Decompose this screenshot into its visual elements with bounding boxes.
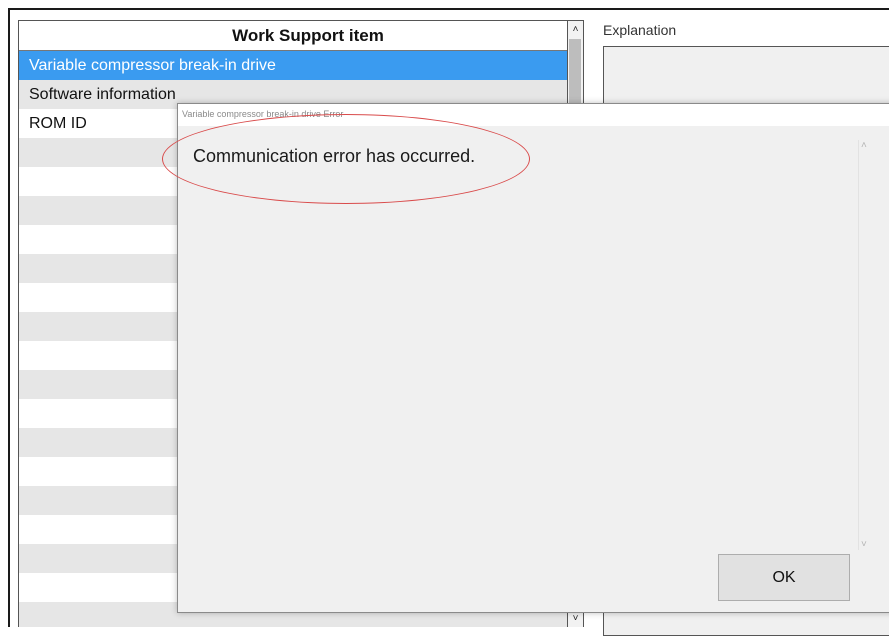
error-dialog: Variable compressor break-in drive Error… bbox=[177, 103, 889, 613]
ok-button[interactable]: OK bbox=[718, 554, 850, 601]
dialog-titlebar[interactable]: Variable compressor break-in drive Error bbox=[178, 104, 889, 126]
explanation-label: Explanation bbox=[603, 22, 677, 38]
list-item[interactable]: Variable compressor break-in drive bbox=[19, 51, 567, 80]
list-header: Work Support item bbox=[19, 21, 567, 51]
chevron-down-icon[interactable]: ˅ bbox=[861, 539, 867, 550]
chevron-up-icon[interactable]: ˄ bbox=[861, 140, 867, 151]
error-message: Communication error has occurred. bbox=[193, 146, 476, 166]
message-scrollbar[interactable]: ˄ ˅ bbox=[858, 140, 873, 550]
scroll-up-icon[interactable]: ˄ bbox=[568, 21, 583, 38]
dialog-title: Variable compressor break-in drive Error bbox=[182, 109, 344, 119]
